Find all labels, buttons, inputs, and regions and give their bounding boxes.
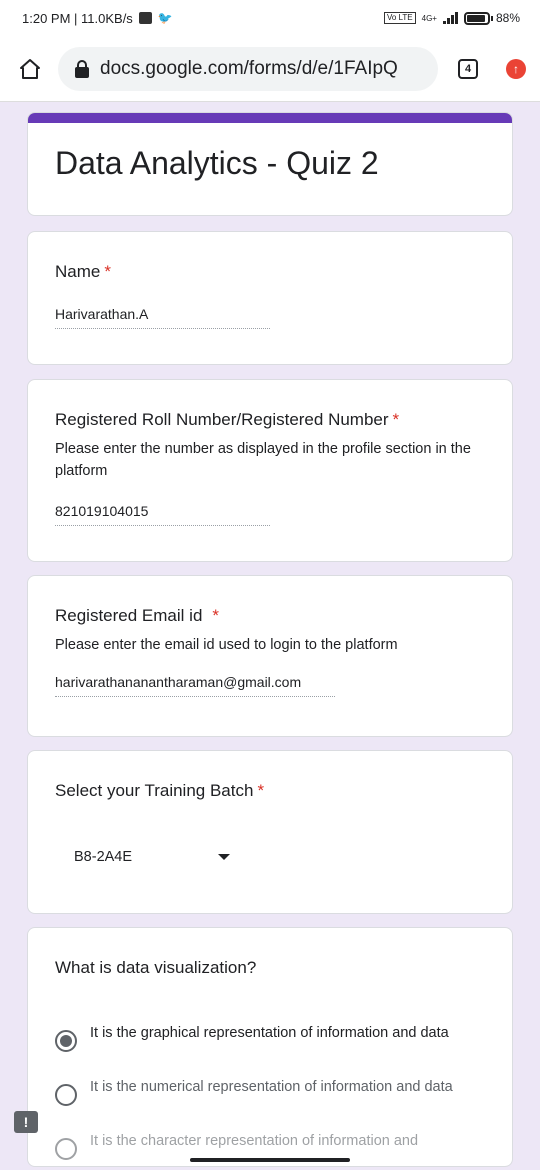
radio-option[interactable]: It is the character representation of in…: [55, 1130, 485, 1160]
question-batch-card: Select your Training Batch * B8-2A4E: [27, 750, 513, 914]
viz-options: It is the graphical representation of in…: [55, 1022, 485, 1160]
battery-icon: [463, 11, 493, 25]
radio-option[interactable]: It is the numerical representation of in…: [55, 1076, 485, 1106]
status-bar: 1:20 PM | 11.0KB/s 🐦 Vo LTE 4G+ 88%: [0, 0, 540, 36]
caret-down-icon: [218, 854, 230, 860]
question-roll-card: Registered Roll Number/Registered Number…: [27, 379, 513, 562]
notification-icon: [138, 12, 152, 24]
batch-dropdown[interactable]: B8-2A4E: [74, 849, 230, 865]
battery-level: 88%: [495, 11, 520, 25]
option-label: It is the numerical representation of in…: [90, 1079, 453, 1095]
network-type: 4G+: [421, 13, 437, 23]
lock-icon: [74, 59, 90, 78]
question-viz-card: What is data visualization? It is the gr…: [27, 927, 513, 1167]
gesture-bar: [190, 1158, 350, 1162]
option-label: It is the graphical representation of in…: [90, 1025, 449, 1041]
question-label: Name *: [55, 262, 485, 282]
required-marker: *: [212, 606, 220, 625]
email-input[interactable]: harivarathananantharaman@gmail.com: [55, 674, 335, 697]
tab-switcher-button[interactable]: 4: [458, 58, 478, 79]
question-name-card: Name * Harivarathan.A: [27, 231, 513, 365]
volte-icon: Vo LTE: [383, 12, 416, 24]
update-arrow-icon[interactable]: ↑: [506, 58, 526, 79]
radio-unselected-icon[interactable]: [55, 1084, 77, 1106]
required-marker: *: [392, 410, 400, 429]
twitter-icon: 🐦: [157, 11, 173, 25]
email-label: Registered Email id: [55, 606, 203, 625]
home-button[interactable]: [14, 53, 46, 85]
question-email-card: Registered Email id * Please enter the em…: [27, 575, 513, 737]
radio-unselected-icon[interactable]: [55, 1138, 77, 1160]
roll-number-input[interactable]: 821019104015: [55, 503, 270, 526]
email-description: Please enter the email id used to login …: [55, 637, 398, 653]
required-marker: *: [257, 781, 265, 800]
name-input[interactable]: Harivarathan.A: [55, 306, 270, 329]
signal-icon: [442, 12, 458, 24]
home-icon: [20, 58, 40, 79]
radio-selected-icon[interactable]: [55, 1030, 77, 1052]
required-marker: *: [104, 262, 111, 281]
accent-bar: [28, 113, 512, 123]
feedback-icon[interactable]: !: [14, 1111, 38, 1133]
option-label: It is the character representation of in…: [90, 1133, 419, 1149]
viz-question-label: What is data visualization?: [55, 958, 257, 977]
address-bar[interactable]: docs.google.com/forms/d/e/1FAIpQ: [58, 46, 438, 91]
form-title: Data Analytics - Quiz 2: [55, 145, 379, 181]
roll-label: Registered Roll Number/Registered Number: [55, 410, 389, 429]
url-text: docs.google.com/forms/d/e/1FAIpQ: [100, 57, 398, 79]
form-title-card: Data Analytics - Quiz 2: [27, 112, 513, 216]
name-label: Name: [55, 262, 101, 281]
roll-description: Please enter the number as displayed in …: [55, 441, 471, 479]
batch-selected-value: B8-2A4E: [74, 849, 133, 865]
radio-option[interactable]: It is the graphical representation of in…: [55, 1022, 485, 1052]
batch-label: Select your Training Batch: [55, 781, 254, 800]
status-time: 1:20 PM | 11.0KB/s: [22, 10, 133, 26]
browser-toolbar: docs.google.com/forms/d/e/1FAIpQ 4 ↑: [0, 36, 540, 102]
